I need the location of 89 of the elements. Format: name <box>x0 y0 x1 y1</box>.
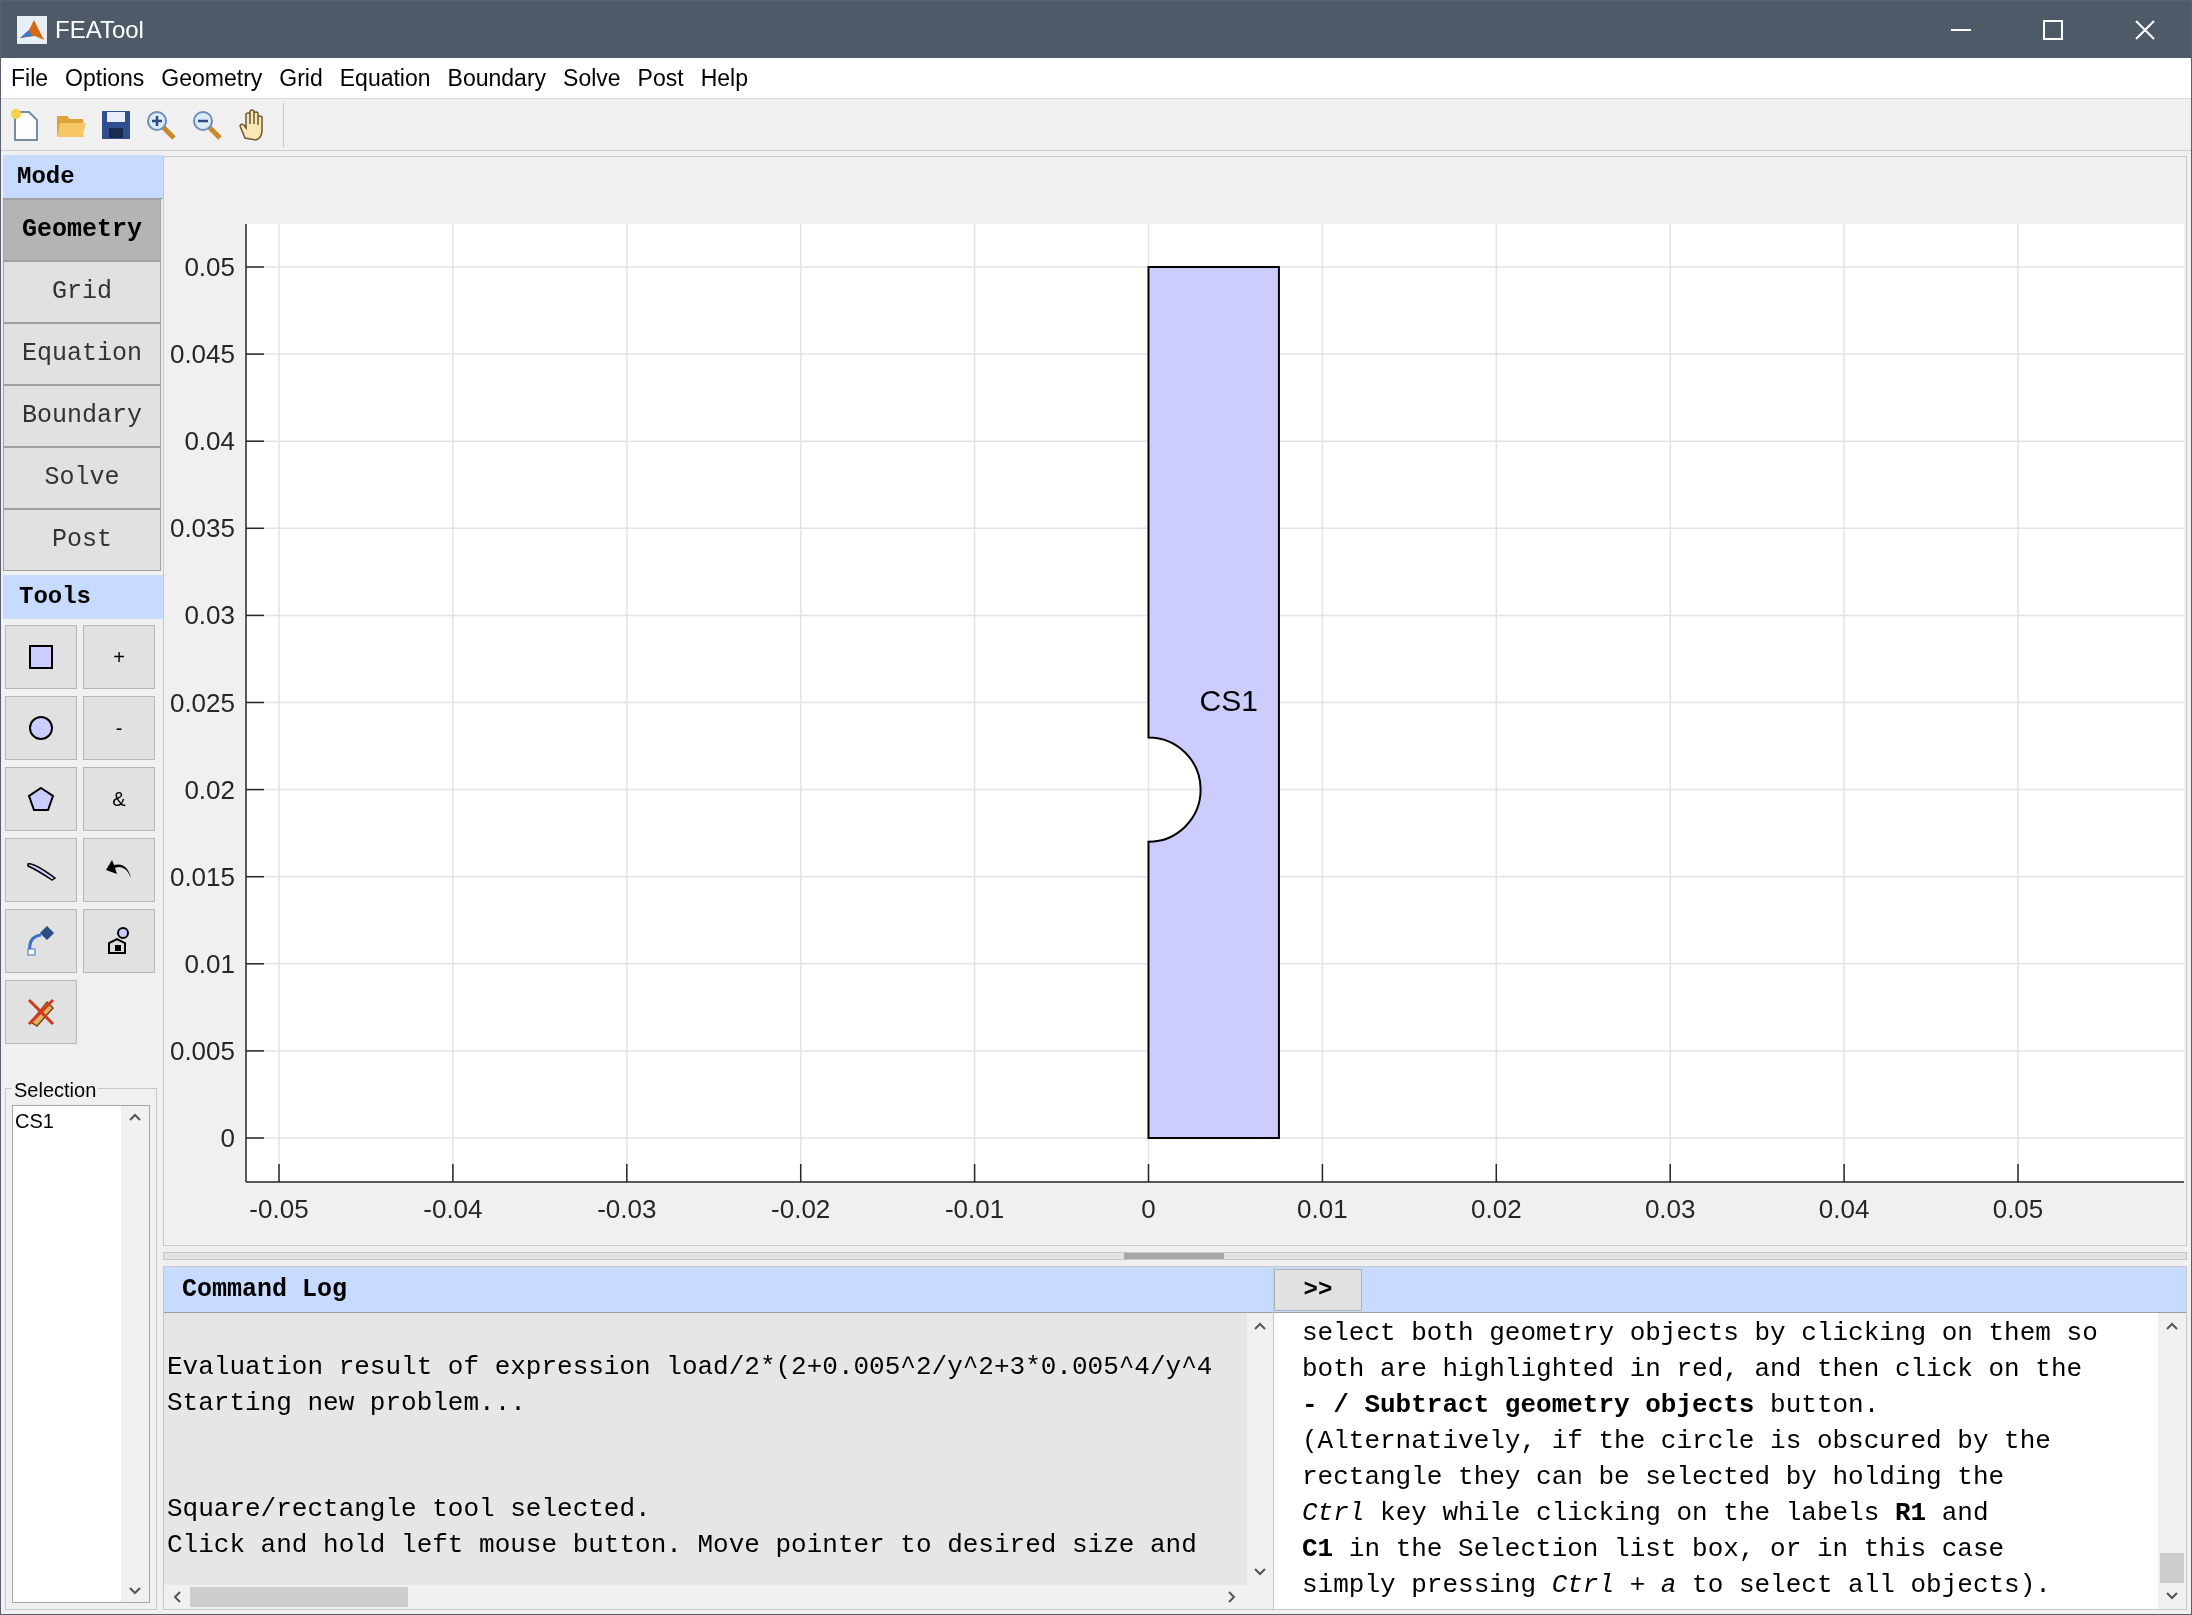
help-text-line: select both geometry objects by clicking on them so <box>1302 1317 2099 1350</box>
new-file-icon[interactable] <box>9 107 41 142</box>
help-text-line: Ctrl key while clicking on the labels R1 and <box>1302 1497 1990 1530</box>
scroll-down-icon[interactable] <box>128 1586 142 1596</box>
help-text-line: both are highlighted in red, and then click on the <box>1302 1353 2084 1386</box>
mode-button[interactable]: Grid <box>3 261 161 323</box>
maximize-icon <box>2043 19 2063 40</box>
log-line: Square/rectangle tool selected. <box>167 1493 652 1526</box>
tool-button[interactable] <box>5 767 77 831</box>
tick-label: 0 <box>220 1123 235 1153</box>
mode-button[interactable]: Post <box>3 509 161 571</box>
tool-button[interactable] <box>5 625 77 689</box>
scroll-thumb[interactable] <box>2160 1553 2184 1583</box>
panel-header: Command Log <box>164 1267 1273 1313</box>
menu-item[interactable]: Geometry <box>161 60 263 96</box>
zoom-in-icon[interactable] <box>145 108 177 141</box>
mode-button[interactable]: Equation <box>3 323 161 385</box>
help-text-line: - / Subtract geometry objects button. <box>1302 1389 1881 1422</box>
tool-button[interactable] <box>83 838 155 902</box>
scroll-up-icon[interactable] <box>128 1112 142 1122</box>
tick-label: 0.05 <box>1992 1194 2044 1224</box>
tick-label: 0.03 <box>184 600 235 631</box>
scroll-up-icon[interactable] <box>1253 1321 1267 1331</box>
tick-label: -0.03 <box>597 1194 657 1224</box>
scroll-up-icon[interactable] <box>2165 1321 2179 1331</box>
paint-icon <box>25 925 57 957</box>
window-title: FEATool <box>55 14 144 45</box>
log-line: Evaluation result of expression load/2*(2+0.005^2/y^2+3*0.005^4/y^4 <box>167 1351 1214 1384</box>
tick-label: -0.02 <box>771 1194 831 1224</box>
tick-label: 0.01 <box>184 948 235 979</box>
menu-item[interactable]: Grid <box>279 60 323 96</box>
tick-label: 0.015 <box>169 861 235 892</box>
menu-item[interactable]: File <box>11 60 49 96</box>
menu-item[interactable]: Boundary <box>447 60 547 96</box>
tick-label: 0 <box>1141 1194 1156 1224</box>
scroll-left-icon[interactable] <box>172 1590 182 1604</box>
panel-header: Mode <box>3 155 163 199</box>
scroll-down-icon[interactable] <box>1253 1567 1267 1577</box>
geometry-shape[interactable] <box>1147 266 1280 1139</box>
save-icon[interactable] <box>101 109 131 140</box>
help-text-line: simply pressing Ctrl + a to select all objects). <box>1302 1569 2052 1602</box>
tick-label: -0.05 <box>249 1194 309 1224</box>
splitter-handle[interactable] <box>1124 1253 1224 1259</box>
expand-button[interactable]: >> <box>1274 1268 1362 1311</box>
tool-button[interactable] <box>5 696 77 760</box>
tick-label: 0.04 <box>184 426 235 457</box>
tick-label: 0.03 <box>1644 1194 1696 1224</box>
help-text-line: rectangle they can be selected by holding the <box>1302 1461 2006 1494</box>
mode-button[interactable]: Solve <box>3 447 161 509</box>
close-icon <box>2135 19 2155 40</box>
list-item[interactable]: CS1 <box>15 1106 121 1136</box>
menu-item[interactable]: Post <box>637 60 684 96</box>
shape-label: CS1 <box>1199 684 1258 718</box>
menu-item[interactable]: Options <box>65 60 145 96</box>
help-text-line: (Alternatively, if the circle is obscured by the <box>1302 1425 2052 1458</box>
selection-list[interactable]: CS1 <box>12 1105 150 1603</box>
tool-button[interactable]: & <box>83 767 155 831</box>
mode-button[interactable]: Geometry <box>3 199 161 261</box>
delete-icon <box>25 996 57 1028</box>
tick-label: 0.05 <box>184 252 235 282</box>
scroll-right-icon[interactable] <box>1227 1590 1237 1604</box>
mode-button[interactable]: Boundary <box>3 385 161 447</box>
tick-label: -0.04 <box>423 1194 483 1224</box>
log-line: Click and hold left mouse button. Move pointer to desired size and <box>167 1529 1198 1562</box>
scrollbar[interactable] <box>2158 1313 2186 1609</box>
zoom-out-icon[interactable] <box>191 108 223 141</box>
tick-label: -0.01 <box>944 1194 1005 1224</box>
log-line: Starting new problem... <box>167 1387 527 1420</box>
tick-label: 0.04 <box>1818 1194 1870 1224</box>
tick-label: 0.045 <box>169 339 235 370</box>
tick-label: 0.02 <box>184 774 235 805</box>
tick-label: 0.005 <box>169 1035 235 1066</box>
scrollbar[interactable] <box>121 1106 149 1602</box>
minimize-icon <box>1951 28 1971 31</box>
scroll-thumb[interactable] <box>190 1587 408 1607</box>
tick-label: 0.025 <box>169 687 235 718</box>
tick-label: 0.02 <box>1471 1194 1522 1224</box>
tool-button[interactable] <box>83 909 155 973</box>
menu-item[interactable]: Solve <box>563 60 621 96</box>
panel-header: Tools <box>3 575 163 619</box>
menu-item[interactable]: Equation <box>339 60 431 96</box>
app-logo-icon <box>17 15 47 44</box>
tool-button[interactable]: - <box>83 696 155 760</box>
tool-button[interactable]: + <box>83 625 155 689</box>
tick-label: 0.01 <box>1297 1194 1348 1224</box>
menu-item[interactable]: Help <box>700 60 748 96</box>
scroll-down-icon[interactable] <box>2165 1591 2179 1601</box>
help-text-line: C1 in the Selection list box, or in this case <box>1302 1533 2006 1566</box>
tick-label: 0.035 <box>169 513 235 544</box>
